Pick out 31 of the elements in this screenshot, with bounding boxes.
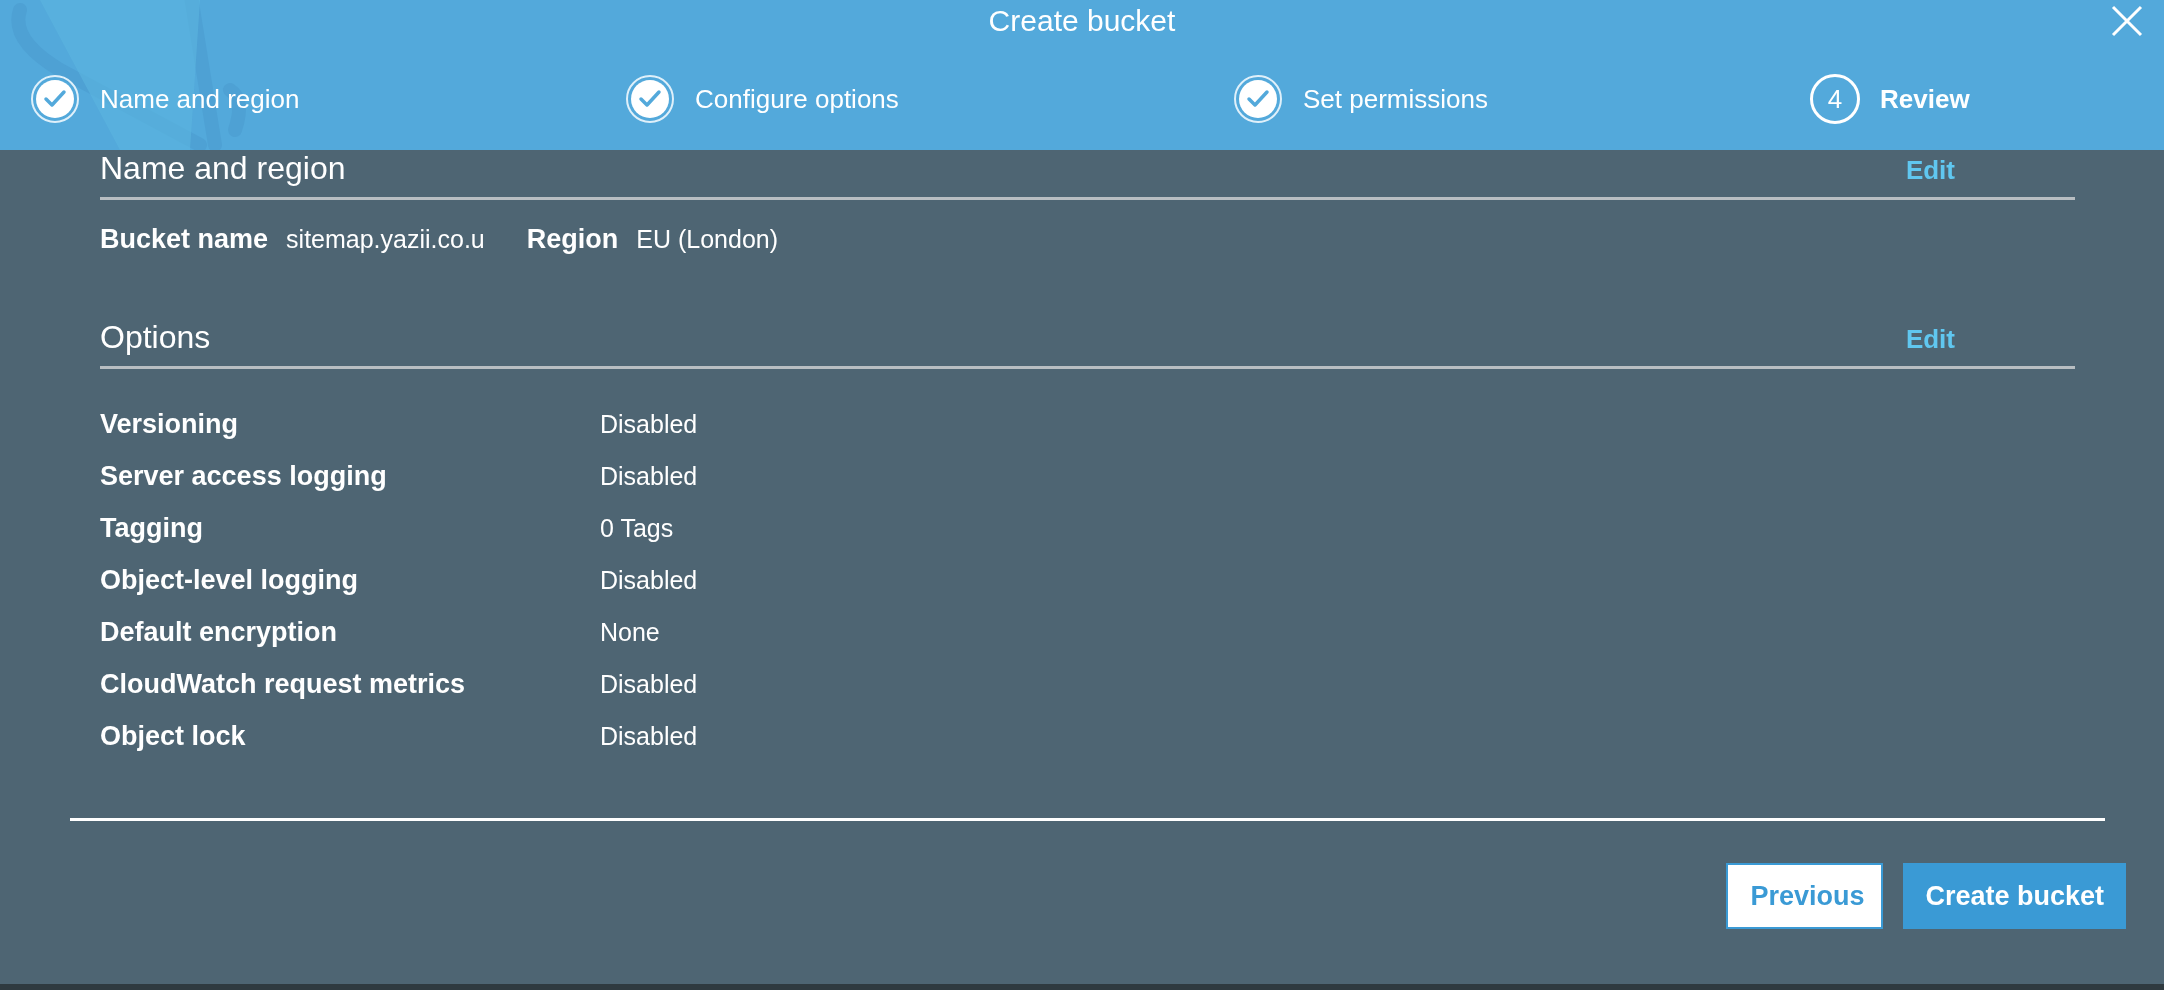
step-label[interactable]: Set permissions: [1303, 83, 1488, 115]
option-label: Tagging: [100, 513, 204, 544]
field-value: sitemap.yazii.co.u: [286, 225, 485, 254]
step-number: 4: [1810, 74, 1860, 124]
field-label: Bucket name: [100, 224, 269, 255]
option-label: Versioning: [100, 409, 240, 440]
step-label[interactable]: Review: [1880, 83, 1970, 115]
option-value: Disabled: [600, 670, 699, 699]
option-value: Disabled: [600, 566, 699, 595]
edit-link[interactable]: Edit: [1905, 155, 1955, 186]
option-label: Object-level logging: [100, 565, 360, 596]
option-value: Disabled: [600, 410, 699, 439]
option-label: Object lock: [100, 721, 247, 752]
section-heading: Name and region: [100, 150, 346, 187]
option-label: Server access logging: [100, 461, 388, 492]
step-label[interactable]: Configure options: [695, 83, 899, 115]
field-value: EU (London): [636, 225, 779, 254]
create-button[interactable]: Create bucket: [1903, 863, 2126, 929]
option-label: Default encryption: [100, 617, 339, 648]
close-icon[interactable]: [2110, 4, 2144, 38]
option-value: None: [600, 618, 661, 647]
option-value: Disabled: [600, 462, 699, 491]
dialog-title: Create bucket: [988, 3, 1176, 39]
field-label: Region: [526, 224, 619, 255]
section-heading: Options: [100, 319, 211, 356]
option-label: CloudWatch request metrics: [100, 669, 467, 700]
option-value: Disabled: [600, 722, 699, 751]
step-label[interactable]: Name and region: [100, 83, 300, 115]
edit-link[interactable]: Edit: [1905, 324, 1955, 355]
option-value: 0 Tags: [600, 514, 675, 543]
previous-button[interactable]: Previous: [1726, 863, 1884, 929]
